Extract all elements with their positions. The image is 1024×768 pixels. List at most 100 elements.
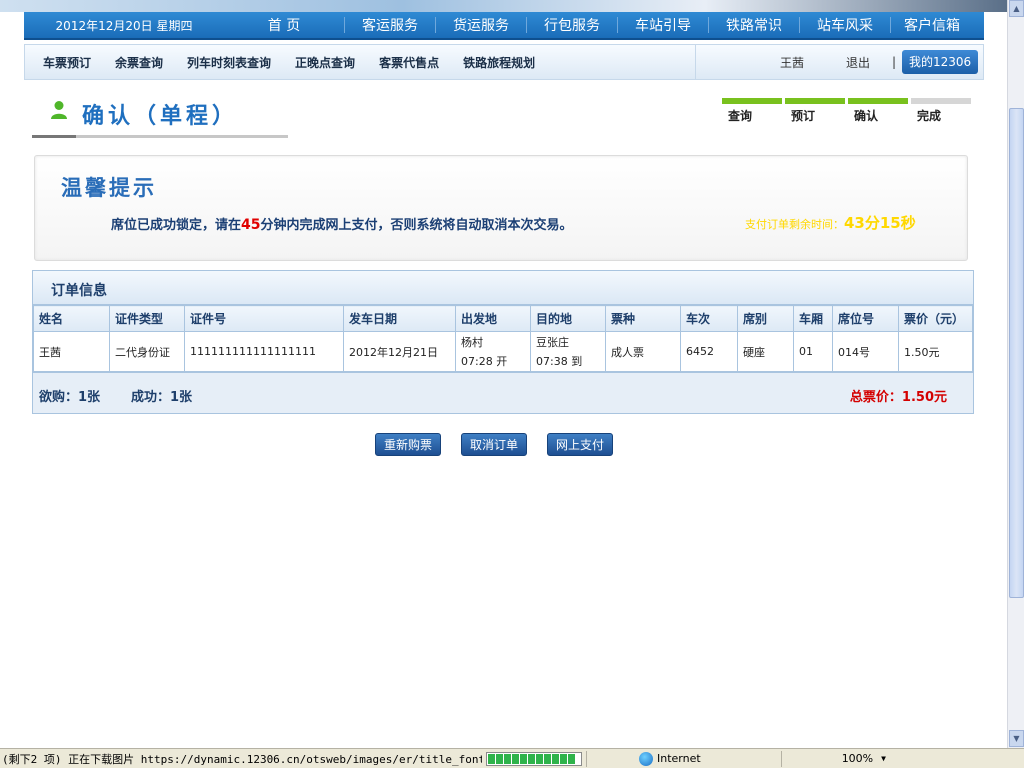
user-icon [51,101,67,119]
cell-from: 杨村 07:28 开 [455,331,531,372]
progress-block [568,753,575,764]
step-label: 完成 [917,109,942,123]
page-title: 确认（单程） [82,104,239,129]
cell-seat-no: 014号 [832,331,899,372]
tip-box: 温馨提示 席位已成功锁定，请在45分钟内完成网上支付，否则系统将自动取消本次交易… [34,155,968,261]
col-train: 车次 [680,305,738,332]
progress-block [520,753,527,764]
subnav-agency-points[interactable]: 客票代售点 [379,54,439,71]
nav-railway-knowledge[interactable]: 铁路常识 [709,15,799,35]
cell-to: 豆张庄 07:38 到 [530,331,606,372]
from-time: 07:28 开 [461,355,508,368]
page-title-area: 确认（单程） [32,92,288,138]
scroll-thumb[interactable] [1009,108,1024,598]
step-book: 预订 [785,98,845,124]
logout-link[interactable]: 退出 [846,54,870,71]
nav-passenger-service[interactable]: 客运服务 [345,15,435,35]
progress-block [512,753,519,764]
tip-title: 温馨提示 [61,176,157,200]
tip-minutes: 45 [241,217,261,233]
progress-block [496,753,503,764]
success-count: 成功：1张 [131,390,193,405]
vertical-scrollbar[interactable]: ▲ ▼ [1007,0,1024,748]
status-separator [586,750,587,767]
countdown-value: 43分15秒 [844,214,916,232]
col-id-type: 证件类型 [109,305,185,332]
progress-block [536,753,543,764]
progress-block [552,753,559,764]
from-station: 杨村 [461,336,483,349]
total-price: 总票价：1.50元 [849,390,947,405]
cell-name: 王茜 [33,331,110,372]
nav-customer-mailbox[interactable]: 客户信箱 [891,15,973,35]
my12306-button[interactable]: 我的12306 [902,50,979,74]
col-coach: 车厢 [793,305,833,332]
browser-page: 2012年12月20日 星期四 首 页 客运服务 货运服务 行包服务 车站引导 … [0,0,1007,748]
title-underline-accent [32,135,76,138]
progress-block [528,753,535,764]
main-nav: 2012年12月20日 星期四 首 页 客运服务 货运服务 行包服务 车站引导 … [24,12,984,40]
progress-block [488,753,495,764]
col-seat-no: 席位号 [832,305,899,332]
tip-msg-suffix: 分钟内完成网上支付，否则系统将自动取消本次交易。 [260,218,573,233]
scroll-down-icon[interactable]: ▼ [1009,730,1024,747]
progress-block [560,753,567,764]
tip-msg-prefix: 席位已成功锁定，请在 [111,218,242,233]
progress-steps: 查询 预订 确认 完成 [722,98,974,124]
to-station: 豆张庄 [536,336,569,349]
subnav-ticket-booking[interactable]: 车票预订 [43,54,91,71]
security-zone: Internet [657,752,701,765]
cancel-order-button[interactable]: 取消订单 [461,433,527,456]
subnav-delay-query[interactable]: 正晚点查询 [295,54,355,71]
table-row: 王茜 二代身份证 111111111111111111 2012年12月21日 … [33,331,973,372]
cell-seat-class: 硬座 [737,331,794,372]
tip-message: 席位已成功锁定，请在45分钟内完成网上支付，否则系统将自动取消本次交易。 [111,214,573,233]
download-progress-bar [486,751,582,766]
cell-train: 6452 [680,331,738,372]
user-area: 王茜 退出 | 我的12306 [695,45,983,79]
col-name: 姓名 [33,305,110,332]
online-pay-button[interactable]: 网上支付 [547,433,613,456]
step-bar [785,98,845,104]
nav-station-gallery[interactable]: 站车风采 [800,15,890,35]
col-id-no: 证件号 [184,305,344,332]
countdown-label: 支付订单剩余时间： [745,218,844,231]
to-time: 07:38 到 [536,355,583,368]
subnav-trip-planning[interactable]: 铁路旅程规划 [463,54,535,71]
nav-date: 2012年12月20日 星期四 [55,18,193,33]
progress-block [544,753,551,764]
cell-ticket-type: 成人票 [605,331,681,372]
order-summary: 欲购：1张 成功：1张 总票价：1.50元 [33,372,973,413]
cell-price: 1.50元 [898,331,973,372]
top-banner [0,0,1007,12]
status-bar: (剩下2 项) 正在下载图片 https://dynamic.12306.cn/… [0,748,1024,768]
nav-home[interactable]: 首 页 [224,15,344,35]
step-bar [911,98,971,104]
col-date: 发车日期 [343,305,456,332]
step-label: 查询 [728,109,753,123]
internet-globe-icon [639,751,653,766]
nav-station-guide[interactable]: 车站引导 [618,15,708,35]
order-table: 姓名 证件类型 证件号 发车日期 出发地 目的地 票种 车次 席别 车厢 席位号… [33,305,973,372]
zoom-dropdown-icon[interactable]: ▼ [881,754,886,763]
order-header: 订单信息 [33,271,973,305]
col-from: 出发地 [455,305,531,332]
step-bar [848,98,908,104]
rebuy-button[interactable]: 重新购票 [375,433,441,456]
step-confirm: 确认 [848,98,908,124]
user-name[interactable]: 王茜 [780,54,804,71]
order-info: 订单信息 姓名 证件类型 证件号 发车日期 出发地 目的地 票种 车次 席别 车… [32,270,974,414]
subnav-timetable[interactable]: 列车时刻表查询 [187,54,271,71]
step-query: 查询 [722,98,782,124]
table-header-row: 姓名 证件类型 证件号 发车日期 出发地 目的地 票种 车次 席别 车厢 席位号… [33,305,973,332]
zoom-level[interactable]: 100% [842,752,873,765]
nav-parcel-service[interactable]: 行包服务 [527,15,617,35]
step-complete: 完成 [911,98,971,124]
subnav-remaining-tickets[interactable]: 余票查询 [115,54,163,71]
nav-freight-service[interactable]: 货运服务 [436,15,526,35]
progress-block [504,753,511,764]
step-bar [722,98,782,104]
status-separator [780,750,782,767]
order-title: 订单信息 [51,283,107,299]
scroll-up-icon[interactable]: ▲ [1009,0,1024,17]
